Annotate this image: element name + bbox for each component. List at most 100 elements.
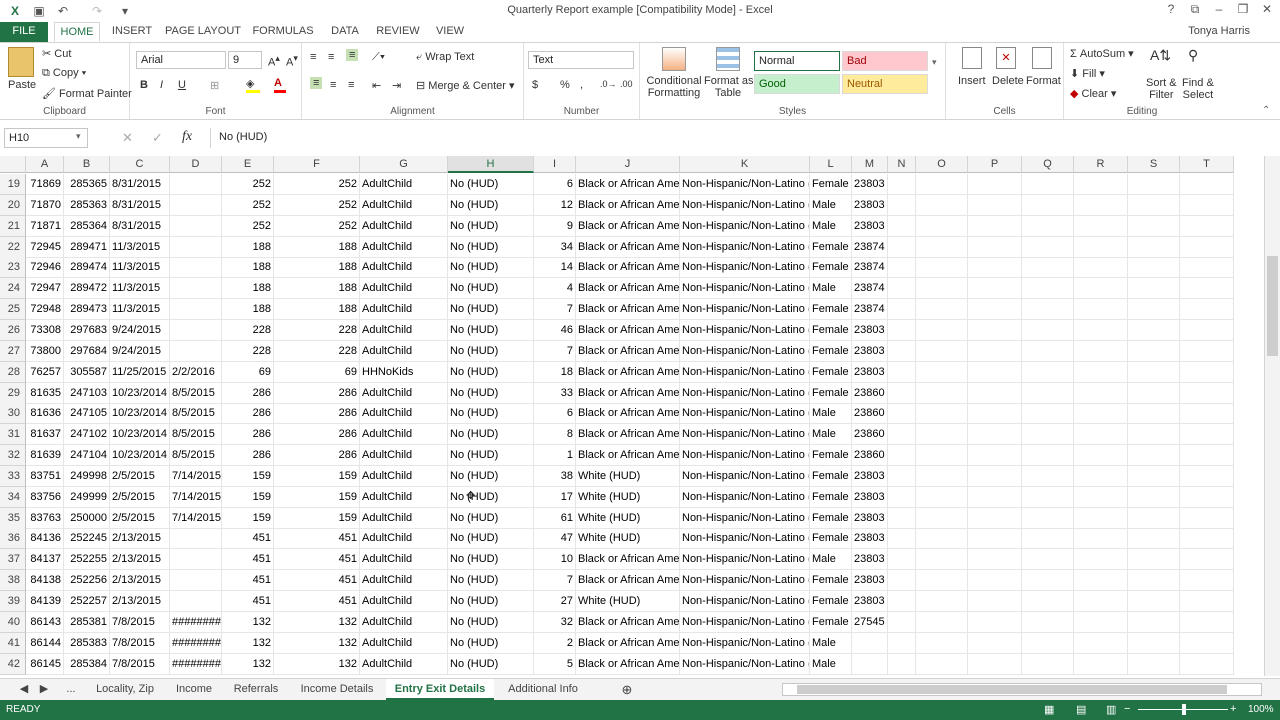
cell-c[interactable]: 10/23/2014 — [110, 382, 170, 404]
cell-empty[interactable] — [1128, 361, 1180, 383]
format-cells-icon[interactable] — [1032, 47, 1052, 69]
cell-h[interactable]: No (HUD) — [448, 403, 534, 425]
wrap-text-button[interactable]: Wrap Text — [425, 51, 474, 63]
font-color-icon[interactable]: A — [274, 77, 286, 93]
cell-h[interactable]: No (HUD) — [448, 570, 534, 592]
column-header-h[interactable]: H — [448, 156, 534, 173]
cell-m[interactable]: 27545 — [852, 611, 888, 633]
cell-e[interactable]: 69 — [222, 361, 274, 383]
cell-empty[interactable] — [1074, 424, 1128, 446]
percent-button[interactable]: % — [560, 79, 570, 91]
cut-button[interactable]: Cut — [54, 48, 71, 60]
merge-center-button[interactable]: Merge & Center — [428, 80, 506, 92]
cell-g[interactable]: AdultChild — [360, 465, 448, 487]
cell-j[interactable]: Black or African Americ — [576, 382, 680, 404]
cell-empty[interactable] — [1128, 424, 1180, 446]
cell-l[interactable]: Male — [810, 424, 852, 446]
format-painter-button[interactable]: Format Painter — [59, 88, 132, 100]
tab-data[interactable]: DATA — [324, 22, 366, 42]
style-bad[interactable]: Bad — [842, 51, 928, 71]
fill-icon[interactable]: ⬇ — [1070, 68, 1079, 80]
cell-d[interactable] — [170, 591, 222, 612]
cell-d[interactable]: 8/5/2015 — [170, 382, 222, 404]
cell-empty[interactable] — [888, 278, 916, 300]
cell-empty[interactable] — [1022, 507, 1074, 529]
cell-empty[interactable] — [916, 340, 968, 362]
cell-g[interactable]: AdultChild — [360, 632, 448, 654]
column-header-r[interactable]: R — [1074, 156, 1128, 173]
cell-empty[interactable] — [1074, 549, 1128, 571]
cell-k[interactable]: Non-Hispanic/Non-Latino (H — [680, 549, 810, 571]
column-header-g[interactable]: G — [360, 156, 448, 173]
cell-g[interactable]: AdultChild — [360, 236, 448, 258]
cell-empty[interactable] — [1074, 403, 1128, 425]
cell-j[interactable]: White (HUD) — [576, 465, 680, 487]
cell-m[interactable]: 23803 — [852, 591, 888, 612]
cell-k[interactable]: Non-Hispanic/Non-Latino (H — [680, 653, 810, 675]
cell-h[interactable]: No (HUD) — [448, 465, 534, 487]
cell-empty[interactable] — [916, 528, 968, 550]
row-header[interactable]: 22 — [0, 236, 26, 258]
zoom-slider-thumb[interactable] — [1182, 704, 1186, 715]
cell-l[interactable]: Female — [810, 445, 852, 467]
cell-a[interactable]: 84138 — [26, 570, 64, 592]
cell-d[interactable] — [170, 236, 222, 258]
cell-c[interactable]: 11/3/2015 — [110, 299, 170, 321]
cell-empty[interactable] — [1074, 507, 1128, 529]
column-header-m[interactable]: M — [852, 156, 888, 173]
row-header[interactable]: 24 — [0, 278, 26, 300]
cell-e[interactable]: 159 — [222, 507, 274, 529]
cell-d[interactable] — [170, 299, 222, 321]
column-header-a[interactable]: A — [26, 156, 64, 173]
row-header[interactable]: 25 — [0, 299, 26, 321]
column-header-b[interactable]: B — [64, 156, 110, 173]
tab-file[interactable]: FILE — [0, 22, 48, 42]
cell-e[interactable]: 228 — [222, 340, 274, 362]
cell-empty[interactable] — [968, 611, 1022, 633]
cell-b[interactable]: 297683 — [64, 319, 110, 341]
cell-empty[interactable] — [1022, 632, 1074, 654]
cell-empty[interactable] — [916, 507, 968, 529]
cell-empty[interactable] — [888, 465, 916, 487]
cell-empty[interactable] — [1022, 194, 1074, 216]
cell-c[interactable]: 2/5/2015 — [110, 486, 170, 508]
row-header[interactable]: 23 — [0, 257, 26, 279]
cell-e[interactable]: 252 — [222, 194, 274, 216]
cell-a[interactable]: 72947 — [26, 278, 64, 300]
cell-d[interactable] — [170, 257, 222, 279]
cell-e[interactable]: 451 — [222, 549, 274, 571]
cell-empty[interactable] — [916, 299, 968, 321]
cell-empty[interactable] — [1128, 486, 1180, 508]
cell-h[interactable]: No (HUD) — [448, 486, 534, 508]
cell-empty[interactable] — [968, 591, 1022, 612]
cell-a[interactable]: 72945 — [26, 236, 64, 258]
cell-empty[interactable] — [968, 445, 1022, 467]
format-button[interactable]: Format — [1026, 75, 1061, 87]
cell-empty[interactable] — [1180, 340, 1234, 362]
cell-k[interactable]: Non-Hispanic/Non-Latino (H — [680, 591, 810, 612]
cell-empty[interactable] — [1074, 653, 1128, 675]
cell-g[interactable]: AdultChild — [360, 445, 448, 467]
cell-g[interactable]: AdultChild — [360, 382, 448, 404]
sheet-tab-income-details[interactable]: Income Details — [290, 679, 384, 700]
cell-i[interactable]: 47 — [534, 528, 576, 550]
tab-home[interactable]: HOME — [54, 22, 100, 42]
row-header[interactable]: 42 — [0, 653, 26, 675]
cell-a[interactable]: 84139 — [26, 591, 64, 612]
top-align-icon[interactable]: ≡ — [310, 51, 316, 63]
cell-a[interactable]: 86145 — [26, 653, 64, 675]
cell-empty[interactable] — [968, 465, 1022, 487]
cell-empty[interactable] — [916, 382, 968, 404]
cell-l[interactable]: Male — [810, 653, 852, 675]
cell-g[interactable]: HHNoKids — [360, 361, 448, 383]
cell-a[interactable]: 81637 — [26, 424, 64, 446]
cell-empty[interactable] — [916, 445, 968, 467]
restore-icon[interactable]: ❐ — [1232, 2, 1254, 20]
cell-j[interactable]: Black or African Americ — [576, 319, 680, 341]
cell-empty[interactable] — [1180, 278, 1234, 300]
cell-d[interactable]: 8/5/2015 — [170, 403, 222, 425]
cell-i[interactable]: 12 — [534, 194, 576, 216]
cell-h[interactable]: No (HUD) — [448, 174, 534, 195]
cell-empty[interactable] — [1180, 319, 1234, 341]
cell-a[interactable]: 84136 — [26, 528, 64, 550]
